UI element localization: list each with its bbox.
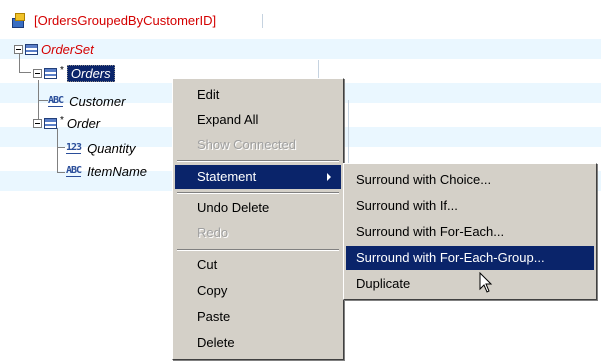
collapse-icon[interactable] [33, 118, 42, 128]
menu-item-redo[interactable]: Redo [175, 221, 341, 245]
database-icon [10, 13, 26, 28]
string-type-icon: ABC [48, 95, 64, 107]
menu-separator [177, 192, 339, 194]
menu-item-paste[interactable]: Paste [175, 305, 341, 329]
menu-item-cut[interactable]: Cut [175, 253, 341, 277]
tree-connector [57, 147, 65, 148]
table-icon [44, 67, 57, 79]
submenu-item-surround-for-each-group[interactable]: Surround with For-Each-Group... [346, 246, 594, 270]
tree-root-label: [OrdersGroupedByCustomerID] [34, 12, 217, 28]
menu-separator [177, 249, 339, 251]
string-type-icon: ABC [66, 165, 82, 177]
tree-connector [57, 128, 58, 173]
tree-node-orders[interactable]: * Orders [33, 64, 115, 82]
tree-node-label: Customer [69, 93, 126, 109]
tree-node-orderset[interactable]: OrderSet [14, 40, 94, 58]
context-menu: Edit Expand All Show Connected Statement… [172, 78, 344, 360]
tree-node-label: Quantity [87, 140, 136, 156]
menu-item-label: Statement [197, 169, 257, 184]
tree-root[interactable]: [OrdersGroupedByCustomerID] [10, 11, 216, 29]
repeat-star-icon: * [60, 114, 64, 126]
menu-item-undo-delete[interactable]: Undo Delete [175, 196, 341, 220]
tree-node-label: Orders [66, 64, 115, 82]
tree-node-label: OrderSet [41, 41, 94, 57]
tree-node-itemname[interactable]: ABC ItemName [66, 162, 147, 180]
menu-item-show-connected[interactable]: Show Connected [175, 133, 341, 157]
menu-item-delete[interactable]: Delete [175, 331, 341, 355]
menu-item-statement[interactable]: Statement [175, 165, 341, 189]
tree-node-order[interactable]: * Order [33, 114, 100, 132]
repeat-star-icon: * [60, 64, 64, 76]
menu-item-copy[interactable]: Copy [175, 279, 341, 303]
submenu-item-duplicate[interactable]: Duplicate [346, 272, 594, 296]
table-icon [44, 117, 57, 129]
column-separator [262, 14, 263, 28]
submenu-item-surround-for-each[interactable]: Surround with For-Each... [346, 220, 594, 244]
mouse-cursor-icon [479, 272, 493, 293]
menu-item-edit[interactable]: Edit [175, 83, 341, 107]
menu-separator [177, 160, 339, 162]
submenu-item-surround-choice[interactable]: Surround with Choice... [346, 168, 594, 192]
tree-connector [19, 72, 31, 73]
collapse-icon[interactable] [14, 44, 23, 54]
statement-submenu: Surround with Choice... Surround with If… [343, 163, 597, 300]
submenu-item-surround-if[interactable]: Surround with If... [346, 194, 594, 218]
tree-node-label: Order [66, 115, 101, 131]
tree-node-quantity[interactable]: 123 Quantity [66, 139, 135, 157]
column-separator [318, 60, 319, 78]
tree-node-label: ItemName [87, 163, 148, 179]
tree-connector [57, 172, 65, 173]
menu-item-expand-all[interactable]: Expand All [175, 108, 341, 132]
submenu-arrow-icon [327, 173, 331, 181]
tree-connector [38, 100, 48, 101]
table-icon [25, 43, 38, 55]
number-type-icon: 123 [66, 142, 82, 154]
collapse-icon[interactable] [33, 68, 42, 78]
tree-node-customer[interactable]: ABC Customer [48, 92, 125, 110]
